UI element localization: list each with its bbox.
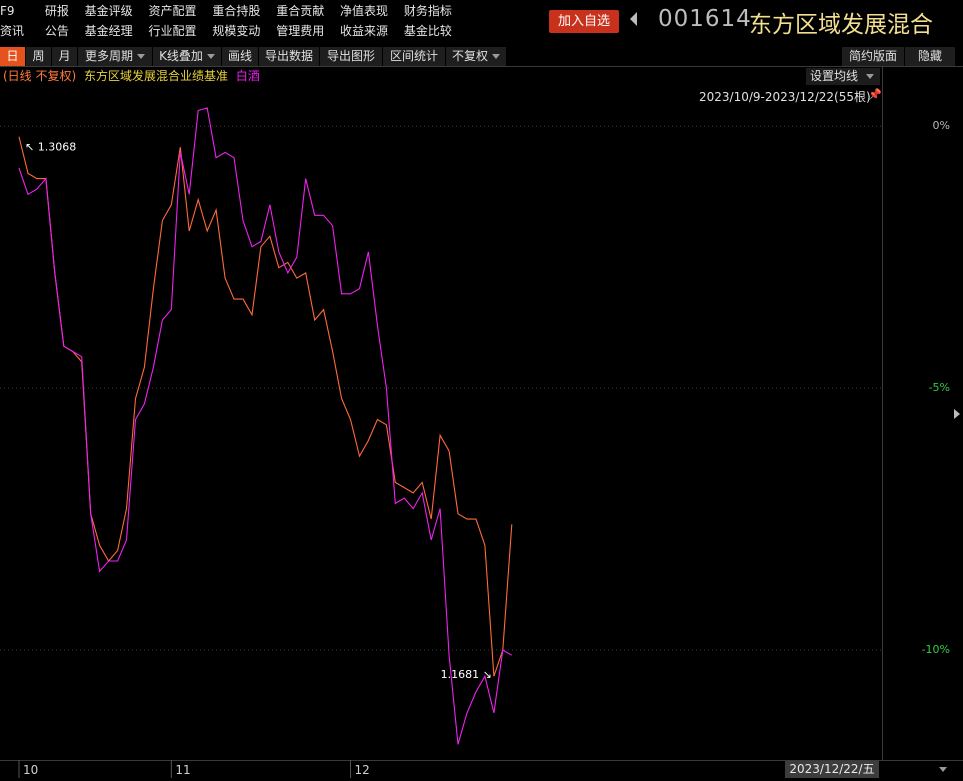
panel-expand-arrow-icon[interactable] [954, 409, 960, 419]
x-tick-label-1: 11 [175, 763, 191, 777]
min-value-annotation: 1.1681 ↘ [441, 668, 492, 681]
cursor-date-label: 2023/12/22/五 [785, 761, 879, 778]
max-value-annotation: ↖ 1.3068 [25, 141, 76, 154]
series-line-benchmark[interactable] [18, 136, 513, 677]
y-tick-label-2: -10% [921, 643, 950, 656]
x-tick-label-0: 10 [23, 763, 39, 777]
series-line-baijiu[interactable] [18, 107, 513, 745]
y-tick-label-1: -5% [928, 381, 950, 395]
y-tick-label-0: 0% [932, 119, 950, 133]
line-chart[interactable]: ↖ 1.3068 1.1681 ↘ [0, 0, 963, 781]
x-tick-label-2: 12 [354, 763, 370, 777]
chevron-down-icon[interactable] [939, 767, 947, 772]
